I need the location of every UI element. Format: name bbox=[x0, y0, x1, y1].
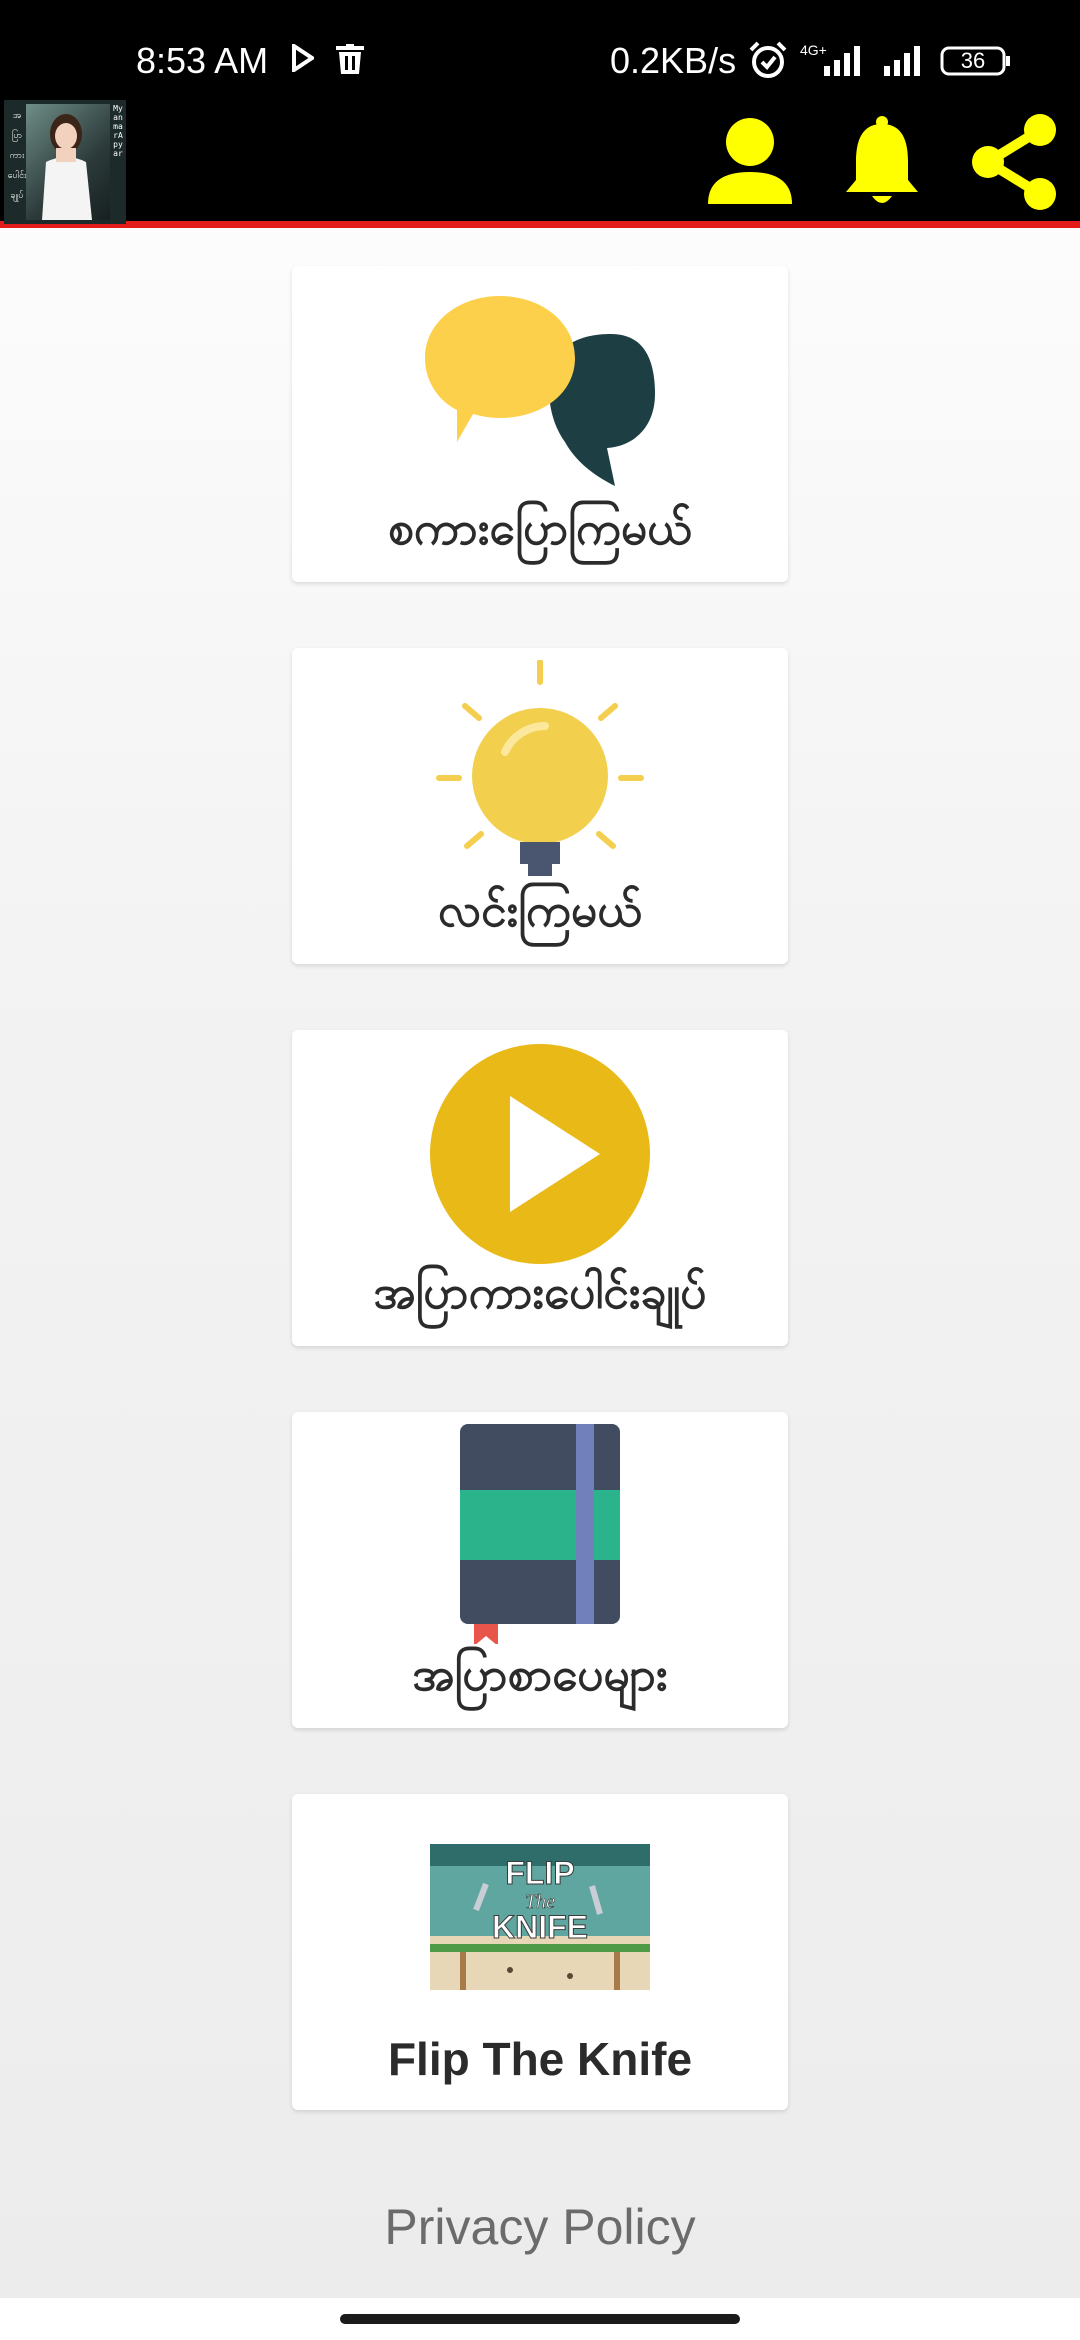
network-speed: 0.2KB/s bbox=[610, 40, 737, 81]
status-bar: 8:53 AM 0.2KB/s 4G+ 36 bbox=[0, 0, 1080, 96]
game-thumbnail: FLIP The KNIFE bbox=[292, 1844, 788, 1990]
thumbnail-title-line: KNIFE bbox=[492, 1909, 588, 1945]
battery-level: 36 bbox=[960, 48, 986, 73]
signal-icon bbox=[880, 44, 936, 76]
play-icon bbox=[292, 44, 314, 72]
menu-card-label: အပြာကားပေါင်းချုပ် bbox=[373, 1265, 707, 1319]
play-icon bbox=[292, 1044, 788, 1264]
menu-card-label: စကားပြောကြမယ် bbox=[388, 501, 692, 555]
app-bar: အ ပြာ ကား ပေါင်း ချုပ် MyanmarApyar bbox=[0, 96, 1080, 228]
logo-side-text: အ ပြာ ကား ပေါင်း ချုပ် bbox=[6, 106, 28, 206]
alarm-icon bbox=[748, 40, 788, 80]
menu-card-chat[interactable]: စကားပြောကြမယ် bbox=[292, 266, 788, 582]
logo-side-line: ကား bbox=[9, 151, 25, 161]
thumbnail-title-line: FLIP bbox=[505, 1855, 574, 1891]
trash-icon bbox=[336, 44, 364, 74]
chat-bubbles-icon bbox=[292, 296, 788, 486]
user-icon[interactable] bbox=[706, 114, 794, 210]
home-gesture-handle[interactable] bbox=[340, 2314, 740, 2324]
book-icon bbox=[292, 1424, 788, 1644]
logo-photo bbox=[26, 104, 110, 220]
signal-icon bbox=[812, 44, 868, 76]
menu-card-flip-the-knife[interactable]: FLIP The KNIFE Flip The Knife bbox=[292, 1794, 788, 2110]
menu-card-label: လင်းကြမယ် bbox=[438, 883, 642, 937]
logo-side-line: ပေါင်း bbox=[7, 171, 27, 181]
status-time: 8:53 AM bbox=[136, 40, 269, 81]
navigation-bar bbox=[0, 2298, 1080, 2340]
logo-vertical-text: MyanmarApyar bbox=[113, 104, 123, 158]
app-logo[interactable]: အ ပြာ ကား ပေါင်း ချုပ် MyanmarApyar bbox=[4, 100, 126, 224]
bell-icon[interactable] bbox=[842, 114, 922, 214]
menu-card-idea[interactable]: လင်းကြမယ် bbox=[292, 648, 788, 964]
menu-card-videos[interactable]: အပြာကားပေါင်းချုပ် bbox=[292, 1030, 788, 1346]
logo-side-line: အ bbox=[12, 111, 22, 121]
menu-card-books[interactable]: အပြာစာပေများ bbox=[292, 1412, 788, 1728]
logo-side-line: ချုပ် bbox=[10, 191, 24, 201]
menu-card-label: အပြာစာပေများ bbox=[412, 1647, 668, 1701]
logo-side-line: ပြာ bbox=[11, 131, 23, 141]
lightbulb-icon bbox=[292, 660, 788, 880]
share-icon[interactable] bbox=[966, 112, 1062, 216]
privacy-policy-link[interactable]: Privacy Policy bbox=[0, 2198, 1080, 2256]
menu-card-label: Flip The Knife bbox=[387, 2033, 693, 2085]
